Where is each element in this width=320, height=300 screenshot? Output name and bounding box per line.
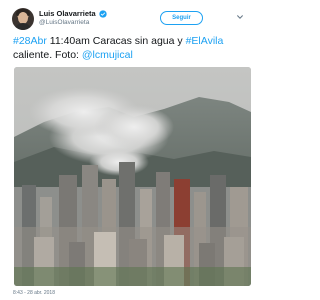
tweet-photo[interactable] xyxy=(14,67,251,286)
verified-badge-icon xyxy=(99,9,107,18)
chevron-down-icon[interactable] xyxy=(236,13,244,21)
author-name-row[interactable]: Luis Olavarrieta xyxy=(39,9,107,18)
hashtag-link[interactable]: #28Abr xyxy=(13,35,47,47)
follow-button[interactable]: Seguir xyxy=(160,11,203,25)
hashtag-link[interactable]: #ElAvila xyxy=(186,35,224,47)
tweet-card: Luis Olavarrieta @LuisOlavarrieta Seguir… xyxy=(0,0,261,300)
mention-link[interactable]: @lcmujical xyxy=(82,49,133,61)
author-name[interactable]: Luis Olavarrieta xyxy=(39,9,96,18)
tweet-text: #28Abr 11:40am Caracas sin agua y #ElAvi… xyxy=(13,35,253,62)
tweet-timestamp[interactable]: 8:43 - 28 abr. 2018 xyxy=(13,290,55,296)
tweet-text-segment: caliente. Foto: xyxy=(13,48,82,61)
avatar[interactable] xyxy=(12,8,34,30)
tweet-text-segment: 11:40am Caracas sin agua y xyxy=(46,35,186,47)
city-smoke-photo xyxy=(14,67,251,286)
author-handle[interactable]: @LuisOlavarrieta xyxy=(39,19,89,26)
